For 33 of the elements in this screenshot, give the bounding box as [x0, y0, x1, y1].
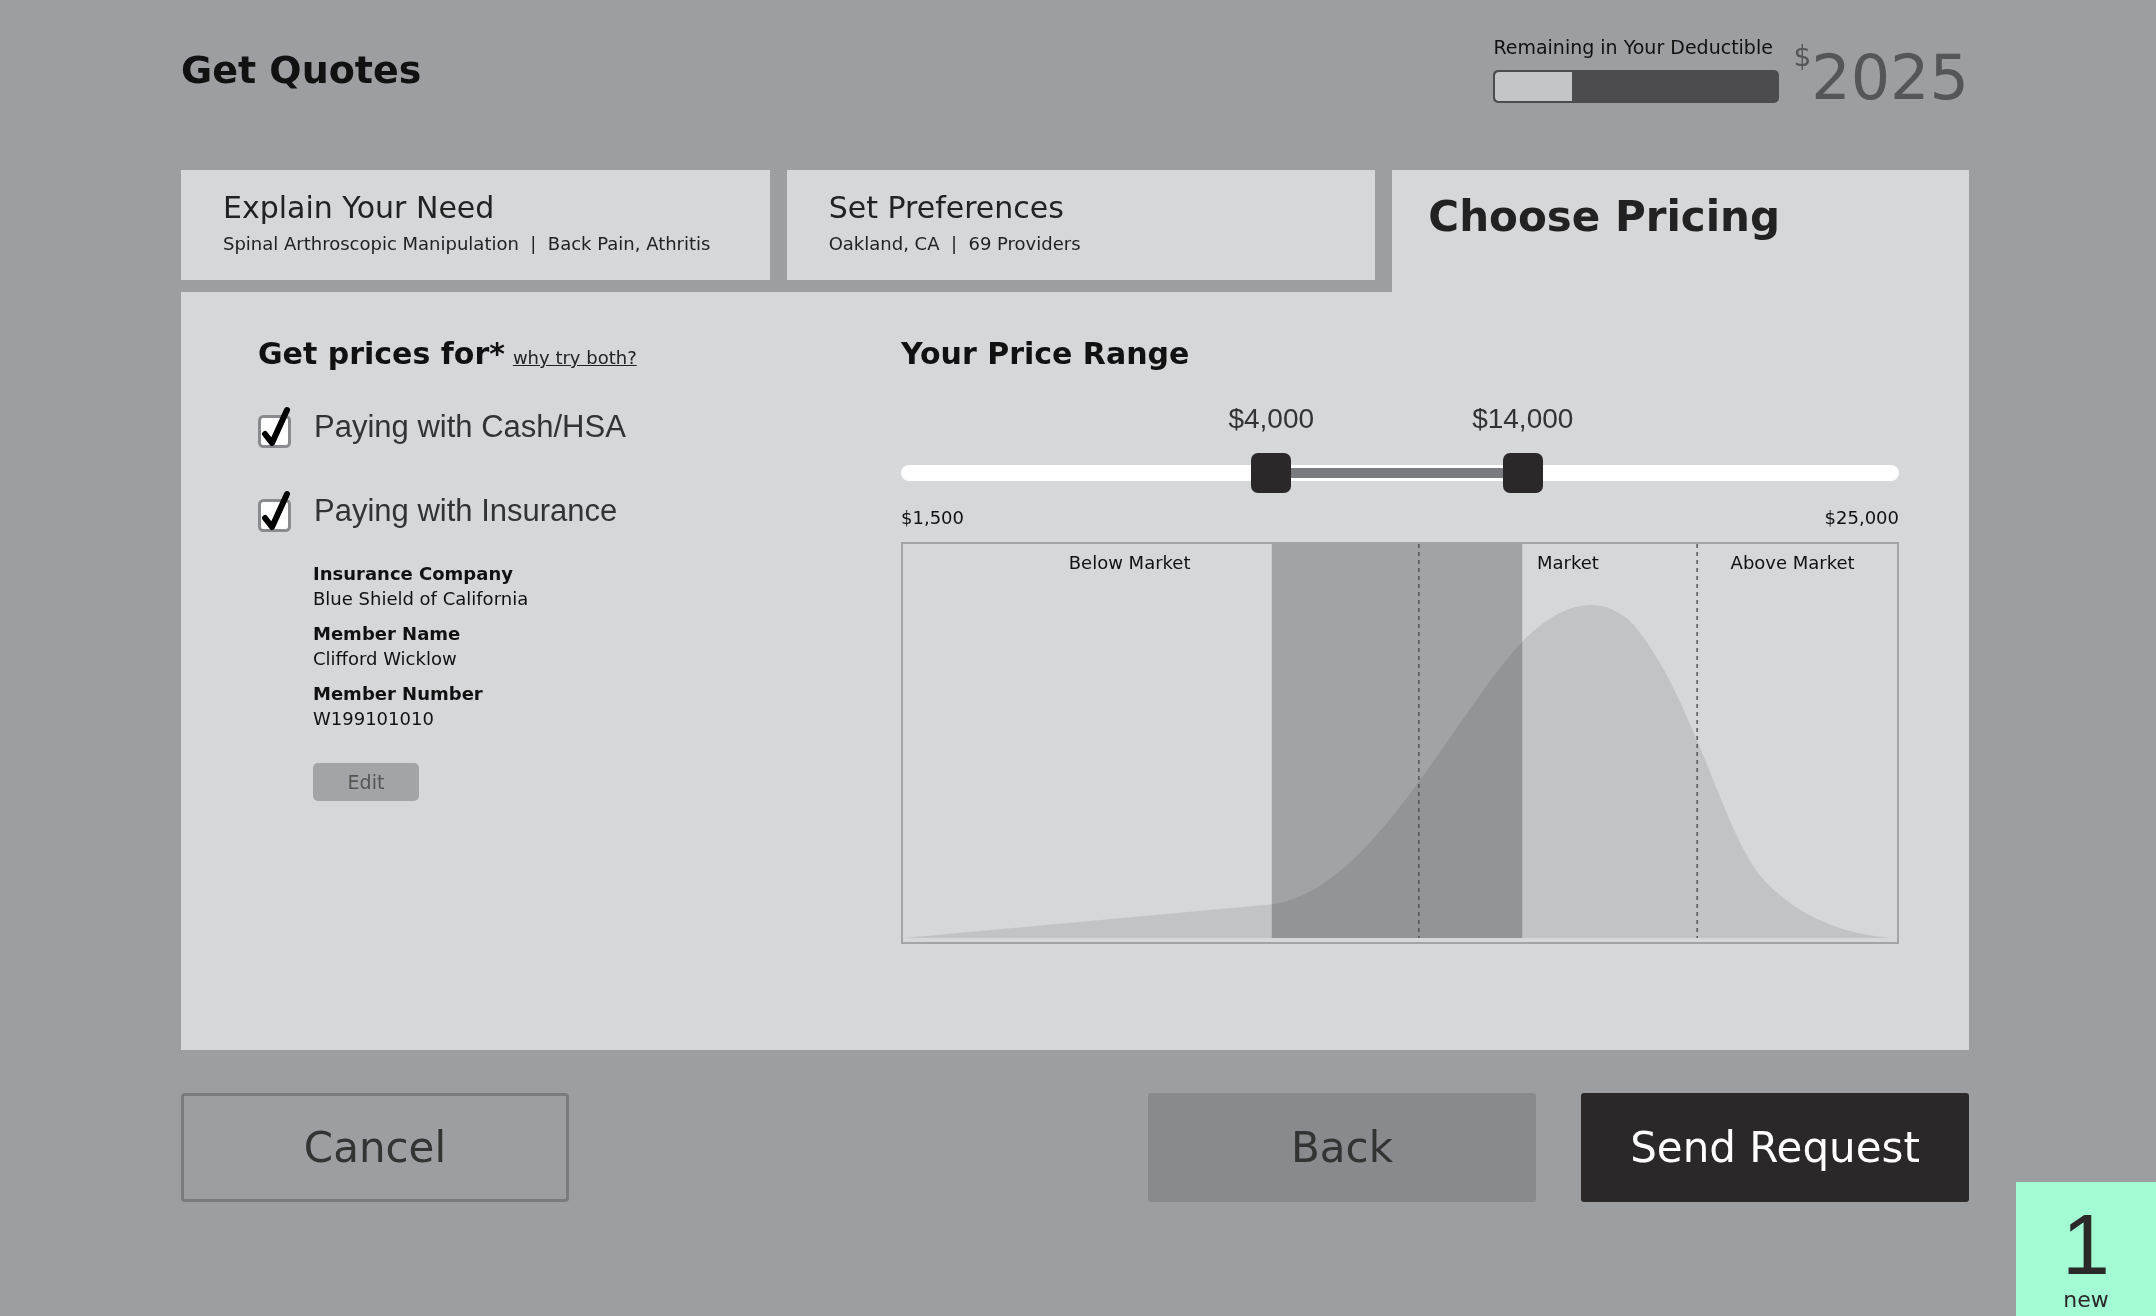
min-price-label: $1,500 [901, 507, 964, 528]
market-region-label: Market [1537, 552, 1599, 573]
section-heading: Your Price Range [901, 336, 1190, 371]
checkbox[interactable] [258, 405, 292, 449]
slider-thumb[interactable] [1251, 453, 1292, 493]
deductible-label: Remaining in Your Deductible [1493, 36, 1774, 58]
back-button[interactable]: Back [1148, 1093, 1536, 1202]
notification-badge[interactable]: 1 new [2016, 1182, 2156, 1316]
send-request-button[interactable]: Send Request [1581, 1093, 1969, 1202]
notification-label: new [2063, 1287, 2109, 1312]
field-value: Clifford Wicklow [313, 648, 458, 669]
notification-count: 1 [2062, 1201, 2110, 1287]
field-label: Member Number [313, 683, 484, 704]
section-heading: Get prices for* [258, 336, 505, 371]
field-value: Blue Shield of California [313, 588, 530, 609]
thumb-value: $14,000 [1472, 403, 1574, 435]
page-title: Get Quotes [181, 48, 422, 92]
field-label: Member Name [313, 623, 462, 644]
market-region-label: Below Market [1068, 552, 1191, 573]
field-value: W199101010 [313, 708, 435, 729]
checkbox[interactable] [258, 489, 292, 533]
thumb-value: $4,000 [1228, 403, 1315, 435]
max-price-label: $25,000 [1824, 507, 1899, 528]
step-tab[interactable]: Explain Your Need Spinal Arthroscopic Manipulation | Back Pain, Athritis [181, 170, 770, 280]
why-try-both-link[interactable]: why try both? [512, 347, 637, 368]
field-label: Insurance Company [313, 563, 514, 584]
market-region-label: Above Market [1730, 552, 1855, 573]
checkbox-label[interactable]: Paying with Cash/HSA [314, 409, 626, 445]
step-tab[interactable]: Choose Pricing [1392, 170, 1969, 292]
cancel-button[interactable]: Cancel [181, 1093, 569, 1202]
slider-thumb[interactable] [1502, 453, 1543, 493]
checkbox-label[interactable]: Paying with Insurance [314, 493, 618, 529]
step-tab[interactable]: Set Preferences Oakland, CA | 69 Providers [786, 170, 1376, 280]
